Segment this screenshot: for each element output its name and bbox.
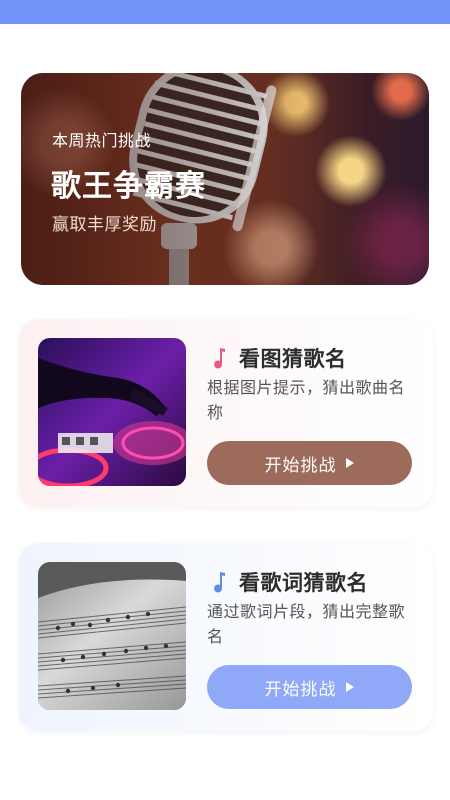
music-note-icon xyxy=(214,572,225,593)
banner-subtitle: 本周热门挑战 xyxy=(52,131,152,150)
status-bar xyxy=(0,0,450,24)
game-title: 看图猜歌名 xyxy=(239,347,347,371)
music-note-icon xyxy=(214,348,225,369)
challenge-banner[interactable]: 本周热门挑战 歌王争霸赛 赢取丰厚奖励 xyxy=(21,73,429,285)
game-card-picture[interactable]: 看图猜歌名 根据图片提示，猜出歌曲名称 开始挑战 xyxy=(19,319,433,507)
start-challenge-button[interactable]: 开始挑战 xyxy=(207,665,412,709)
game-description: 根据图片提示，猜出歌曲名称 xyxy=(207,378,406,422)
start-challenge-label: 开始挑战 xyxy=(264,455,337,476)
game-description: 通过歌词片段，猜出完整歌名 xyxy=(207,602,406,646)
sheet-music-image xyxy=(38,562,186,710)
game-card-lyrics[interactable]: 看歌词猜歌名 通过歌词片段，猜出完整歌名 开始挑战 xyxy=(19,543,433,731)
game-title: 看歌词猜歌名 xyxy=(239,571,368,595)
start-challenge-button[interactable]: 开始挑战 xyxy=(207,441,412,485)
play-icon xyxy=(345,682,354,692)
banner-reward-text: 赢取丰厚奖励 xyxy=(52,215,157,235)
banner-title: 歌王争霸赛 xyxy=(51,169,206,204)
dj-turntable-image xyxy=(38,338,186,486)
play-icon xyxy=(345,458,354,468)
start-challenge-label: 开始挑战 xyxy=(264,679,337,700)
